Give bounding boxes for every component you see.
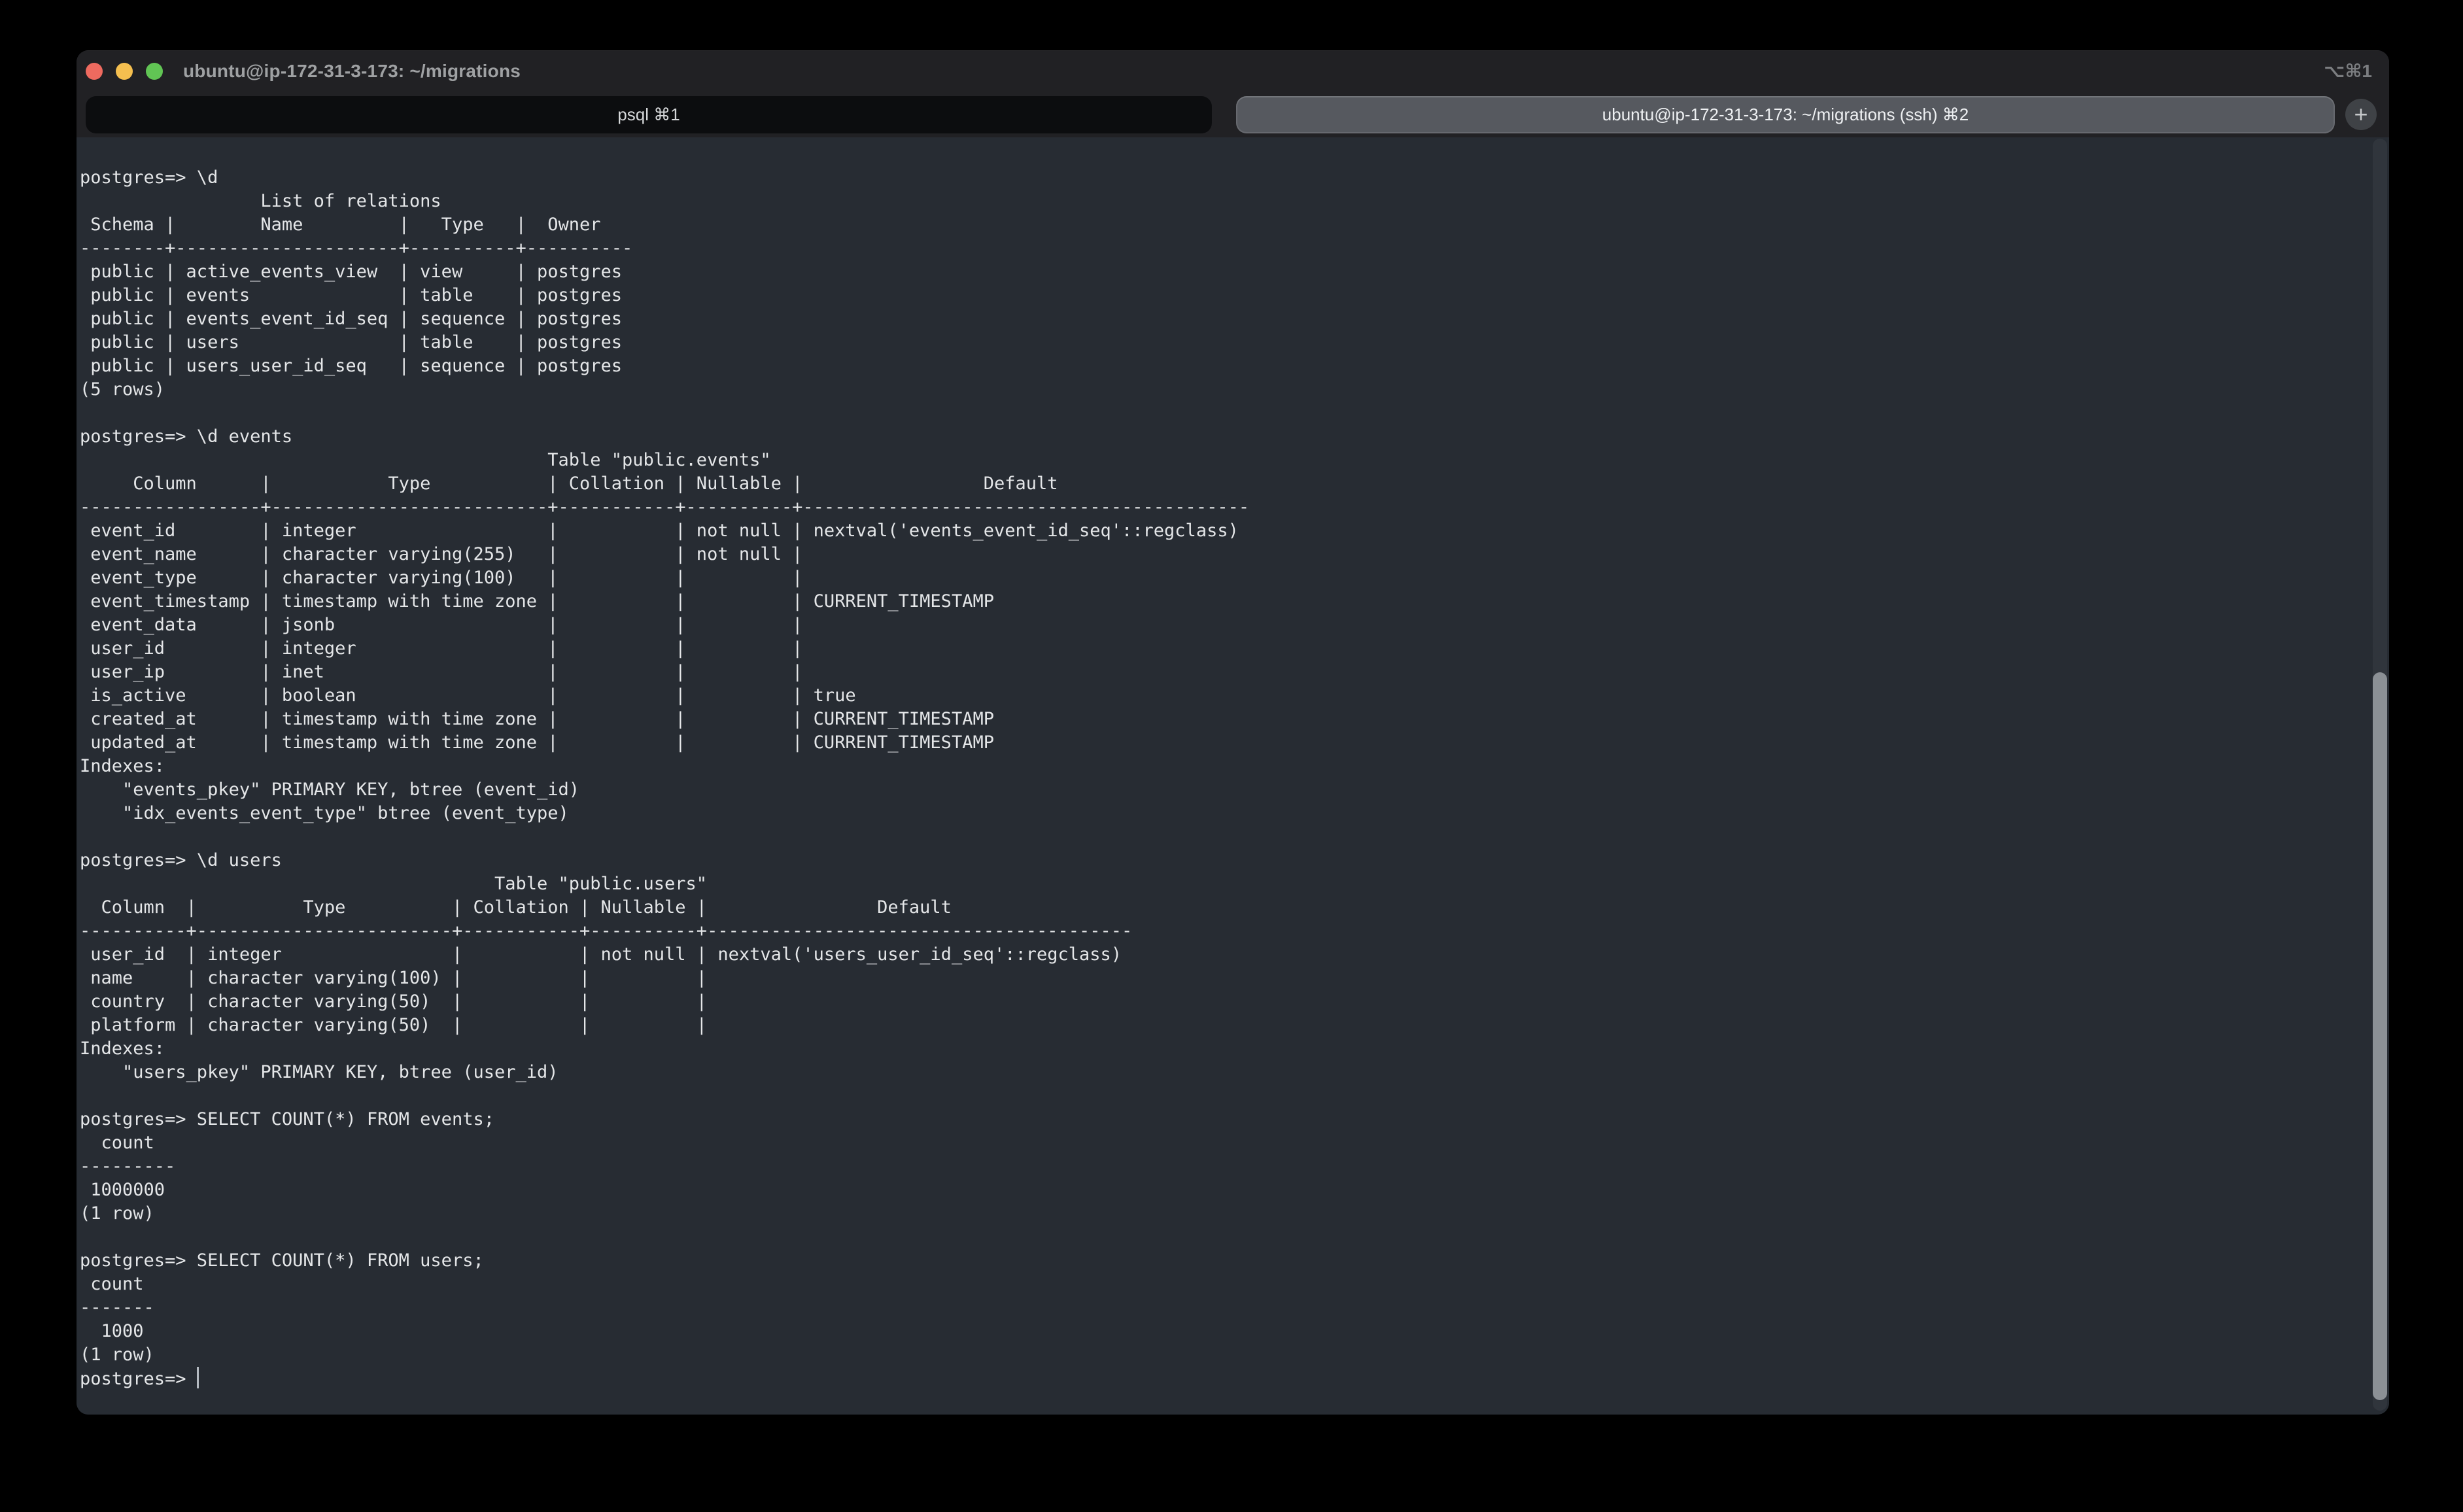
window-shortcut-badge: ⌥⌘1 bbox=[2324, 60, 2372, 82]
prompt-text: postgres=> bbox=[80, 1369, 197, 1389]
minimize-button[interactable] bbox=[116, 63, 133, 80]
terminal-pane[interactable]: postgres=> \d List of relations Schema |… bbox=[77, 137, 2389, 1415]
tab-bar: psql ⌘1 ubuntu@ip-172-31-3-173: ~/migrat… bbox=[77, 92, 2389, 137]
desktop: { "window": { "title": "ubuntu@ip-172-31… bbox=[0, 0, 2463, 1512]
scrollbar-thumb[interactable] bbox=[2373, 672, 2387, 1400]
titlebar: ubuntu@ip-172-31-3-173: ~/migrations ⌥⌘1 bbox=[77, 50, 2389, 92]
traffic-lights bbox=[86, 63, 163, 80]
terminal-output: postgres=> \d List of relations Schema |… bbox=[80, 166, 2363, 1415]
window-chrome: ubuntu@ip-172-31-3-173: ~/migrations ⌥⌘1… bbox=[77, 50, 2389, 137]
plus-icon: + bbox=[2354, 103, 2368, 126]
zoom-button[interactable] bbox=[146, 63, 163, 80]
window-title: ubuntu@ip-172-31-3-173: ~/migrations bbox=[183, 61, 521, 82]
tab-ssh-label: ubuntu@ip-172-31-3-173: ~/migrations (ss… bbox=[1602, 105, 1969, 125]
prompt-line: postgres=> bbox=[80, 1367, 2363, 1391]
close-button[interactable] bbox=[86, 63, 103, 80]
new-tab-button[interactable]: + bbox=[2345, 99, 2377, 130]
text-cursor bbox=[197, 1367, 199, 1388]
terminal-window: ubuntu@ip-172-31-3-173: ~/migrations ⌥⌘1… bbox=[77, 50, 2389, 1415]
tab-psql[interactable]: psql ⌘1 bbox=[86, 96, 1212, 133]
scrollbar-track[interactable] bbox=[2373, 139, 2387, 1411]
psql-session-text: postgres=> \d List of relations Schema |… bbox=[80, 166, 2363, 1367]
tab-psql-label: psql ⌘1 bbox=[617, 105, 680, 125]
tab-ssh[interactable]: ubuntu@ip-172-31-3-173: ~/migrations (ss… bbox=[1236, 96, 2335, 133]
